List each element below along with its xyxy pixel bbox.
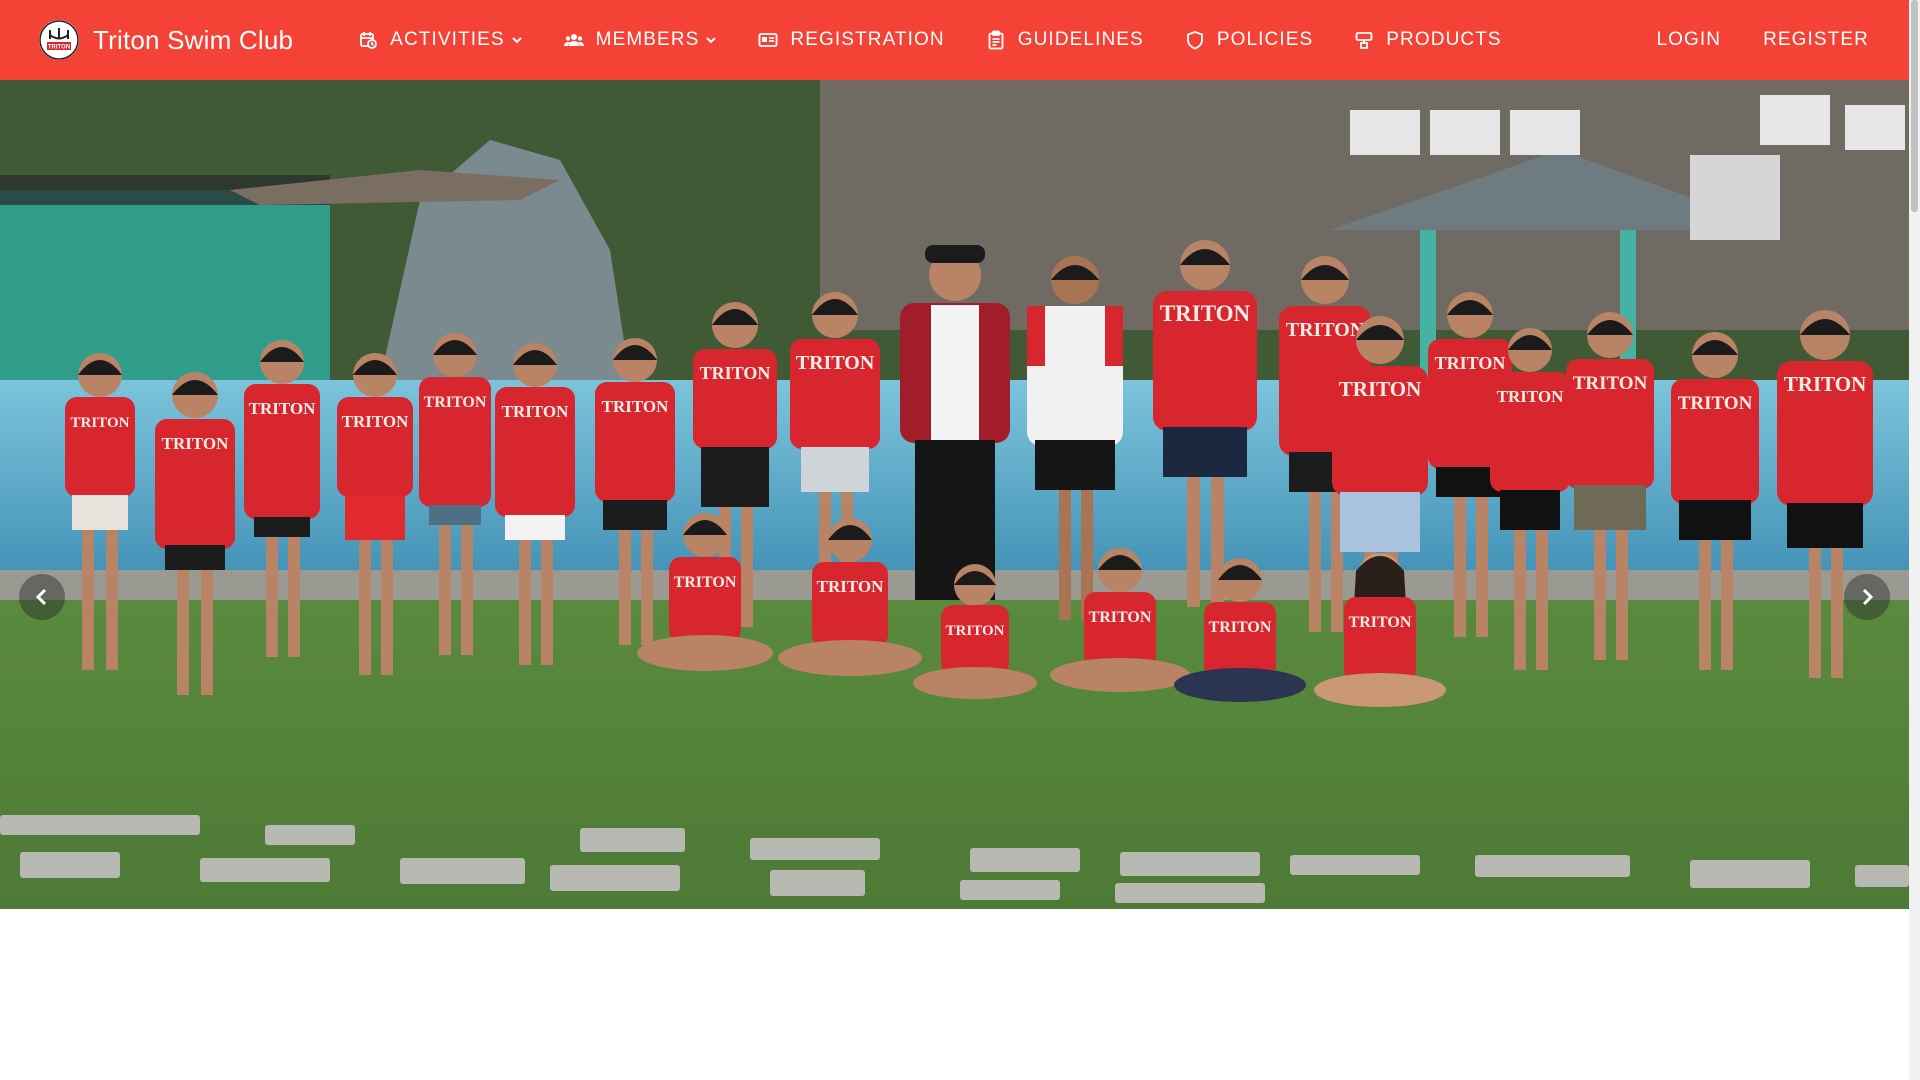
calendar-clock-icon: [358, 30, 378, 50]
nav-products[interactable]: PRODUCTS: [1354, 29, 1501, 51]
nav-members-label: MEMBERS: [595, 29, 700, 50]
group-photo: TRITON TRITON TRITON TRITON TRITON TRITO…: [0, 80, 1909, 909]
login-link[interactable]: LOGIN: [1656, 29, 1721, 51]
shirt-print: TRITON: [1497, 387, 1564, 406]
clipboard-icon: [986, 30, 1006, 50]
users-icon: [563, 30, 584, 50]
shirt-print: TRITON: [1784, 372, 1866, 396]
nav-products-label: PRODUCTS: [1386, 29, 1502, 50]
shirt-print: TRITON: [162, 434, 229, 453]
main-menu: ACTIVITIES MEMBERS REGISTRATION GUIDELIN…: [358, 29, 1543, 51]
shirt-print: TRITON: [502, 402, 569, 421]
auth-links: LOGIN REGISTER: [1614, 29, 1869, 51]
nav-members[interactable]: MEMBERS: [563, 29, 718, 51]
chevron-right-icon: [1862, 588, 1874, 606]
svg-text:TRITON: TRITON: [48, 45, 70, 51]
shirt-print: TRITON: [1209, 619, 1272, 636]
club-logo: TRITON: [39, 20, 79, 60]
page-scrollbar[interactable]: [1909, 0, 1920, 1080]
shirt-print: TRITON: [946, 623, 1005, 639]
nav-registration[interactable]: REGISTRATION: [758, 29, 944, 51]
nav-registration-label: REGISTRATION: [790, 29, 945, 50]
shirt-icon: [1354, 30, 1374, 50]
shirt-print: TRITON: [674, 574, 737, 591]
shirt-print: TRITON: [1435, 353, 1506, 373]
scrollbar-thumb[interactable]: [1911, 0, 1918, 212]
shirt-print: TRITON: [796, 352, 875, 374]
nav-activities-label: ACTIVITIES: [390, 29, 505, 50]
carousel-next-button[interactable]: [1844, 574, 1890, 620]
shirt-print: TRITON: [1286, 319, 1365, 341]
shirt-print: TRITON: [602, 397, 669, 416]
chevron-down-icon: [705, 34, 717, 46]
nav-activities[interactable]: ACTIVITIES: [358, 29, 522, 51]
carousel-prev-button[interactable]: [19, 574, 65, 620]
shirt-print: TRITON: [1160, 301, 1251, 326]
shirt-print: TRITON: [1678, 393, 1753, 414]
nav-policies-label: POLICIES: [1216, 29, 1314, 50]
chevron-down-icon: [511, 34, 523, 46]
top-navbar: TRITON Triton Swim Club ACTIVITIES MEMBE…: [0, 0, 1909, 80]
nav-policies[interactable]: POLICIES: [1185, 29, 1313, 51]
hero-carousel: TRITON TRITON TRITON TRITON TRITON TRITO…: [0, 80, 1909, 909]
shirt-print: TRITON: [1573, 373, 1648, 394]
shield-icon: [1185, 30, 1205, 50]
shirt-print: TRITON: [424, 394, 487, 411]
shirt-print: TRITON: [700, 363, 771, 383]
brand-name: Triton Swim Club: [93, 24, 294, 55]
nav-guidelines-label: GUIDELINES: [1017, 29, 1144, 50]
shirt-print: TRITON: [1349, 614, 1412, 631]
register-link[interactable]: REGISTER: [1763, 29, 1869, 51]
shirt-print: TRITON: [71, 415, 130, 431]
chevron-left-icon: [35, 588, 47, 606]
shirt-print: TRITON: [817, 577, 884, 596]
shirt-print: TRITON: [1089, 609, 1152, 626]
shirt-print: TRITON: [1339, 377, 1421, 401]
shirt-print: TRITON: [342, 412, 409, 431]
nav-guidelines[interactable]: GUIDELINES: [986, 29, 1144, 51]
id-card-icon: [758, 30, 778, 50]
brand-link[interactable]: TRITON Triton Swim Club: [39, 20, 293, 60]
shirt-print: TRITON: [249, 399, 316, 418]
